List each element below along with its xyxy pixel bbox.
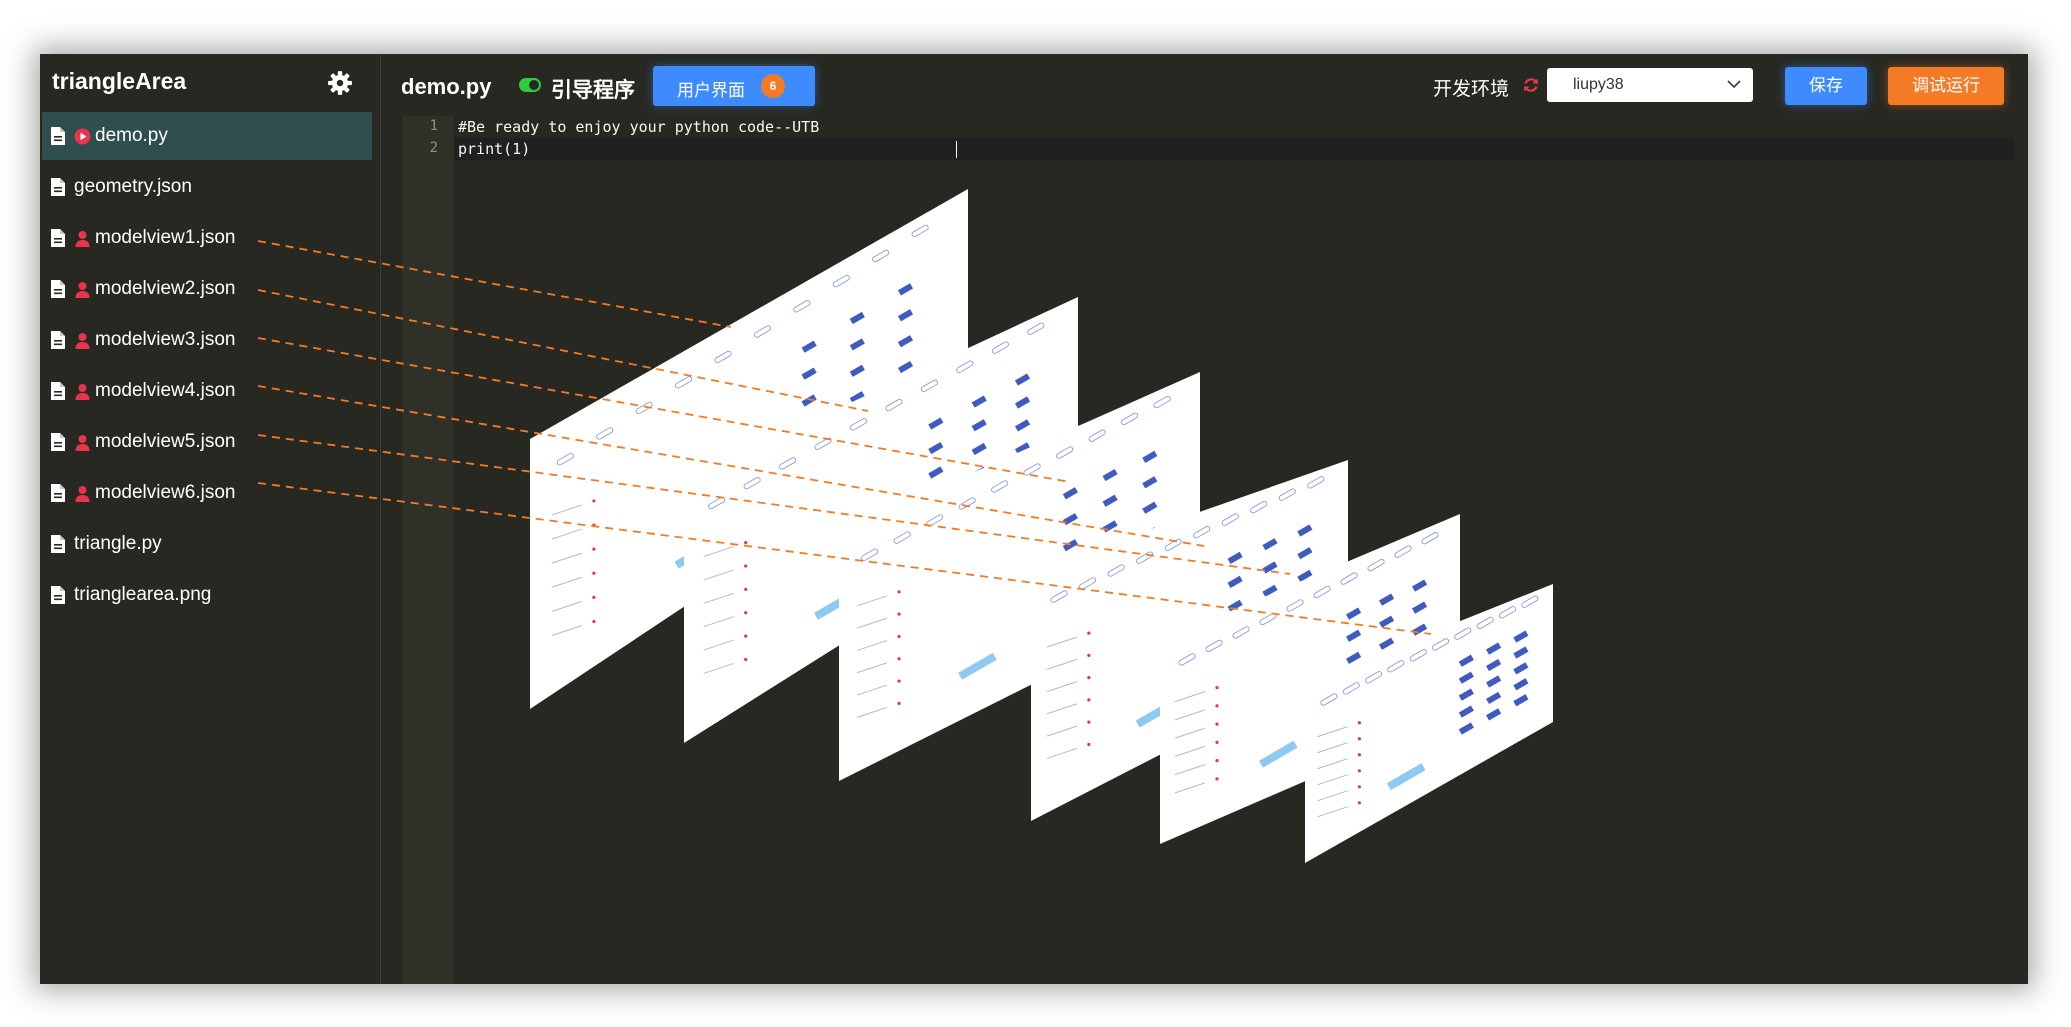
document-icon (51, 382, 65, 400)
file-item[interactable]: modelview3.json (42, 316, 372, 364)
file-name: modelview3.json (95, 329, 236, 350)
user-interface-button[interactable]: 用户界面 6 (653, 66, 815, 106)
document-icon (51, 127, 65, 145)
document-icon (51, 280, 65, 298)
env-label: 开发环境 (1433, 79, 1510, 100)
run-icon (74, 128, 91, 144)
user-interface-label: 用户界面 (677, 81, 745, 100)
user-icon (75, 383, 90, 400)
user-icon (75, 230, 90, 247)
text-caret (956, 141, 957, 158)
debug-run-button[interactable]: 调试运行 (1888, 67, 2004, 105)
current-line-highlight (454, 138, 2014, 160)
user-icon (75, 332, 90, 349)
project-title: triangleArea (52, 68, 187, 94)
file-item[interactable]: modelview4.json (42, 367, 372, 415)
save-button[interactable]: 保存 (1785, 67, 1867, 105)
file-title: demo.py (401, 74, 492, 99)
file-name: modelview2.json (95, 278, 236, 299)
env-select-value: liupy38 (1573, 76, 1624, 93)
file-item[interactable]: demo.py (42, 112, 372, 160)
user-icon (75, 434, 90, 451)
file-name: modelview6.json (95, 482, 236, 503)
file-item[interactable]: geometry.json (42, 163, 372, 211)
file-item[interactable]: modelview2.json (42, 265, 372, 313)
env-select[interactable]: liupy38 (1547, 68, 1753, 102)
file-name: trianglearea.png (74, 584, 212, 605)
main-panel: demo.py 引导程序 用户界面 6 开发环境 liupy38 保存 调试运行… (381, 54, 2028, 984)
code-editor[interactable]: 1 2 #Be ready to enjoy your python code-… (402, 116, 2014, 984)
line-gutter (402, 116, 454, 984)
line-number: 2 (429, 140, 438, 156)
user-icon (75, 281, 90, 298)
file-name: modelview1.json (95, 227, 236, 248)
file-name: geometry.json (74, 176, 192, 197)
toolbar: demo.py 引导程序 用户界面 6 开发环境 liupy38 保存 调试运行 (381, 54, 2028, 124)
file-sidebar: triangleArea demo.py geometry.json modelvi… (40, 54, 381, 984)
file-name: demo.py (95, 125, 168, 146)
line-number: 1 (429, 118, 438, 134)
document-icon (51, 433, 65, 451)
document-icon (51, 331, 65, 349)
file-item[interactable]: modelview5.json (42, 418, 372, 466)
guide-toggle[interactable] (519, 78, 541, 92)
refresh-icon[interactable] (1521, 75, 1541, 95)
code-line[interactable]: print(1) (458, 140, 530, 158)
file-item[interactable]: trianglearea.png (42, 571, 372, 619)
user-icon (75, 485, 90, 502)
document-icon (51, 229, 65, 247)
file-name: triangle.py (74, 533, 162, 554)
document-icon (51, 586, 65, 604)
ide-window: triangleArea demo.py geometry.json modelvi… (40, 54, 2028, 984)
ui-count-badge: 6 (761, 74, 785, 98)
gear-icon[interactable] (327, 70, 353, 96)
document-icon (51, 484, 65, 502)
document-icon (51, 178, 65, 196)
file-name: modelview4.json (95, 380, 236, 401)
file-item[interactable]: triangle.py (42, 520, 372, 568)
code-line[interactable]: #Be ready to enjoy your python code--UTB (458, 118, 819, 136)
chevron-down-icon (1727, 80, 1741, 89)
file-name: modelview5.json (95, 431, 236, 452)
guide-label: 引导程序 (551, 79, 635, 102)
document-icon (51, 535, 65, 553)
file-item[interactable]: modelview1.json (42, 214, 372, 262)
file-item[interactable]: modelview6.json (42, 469, 372, 517)
